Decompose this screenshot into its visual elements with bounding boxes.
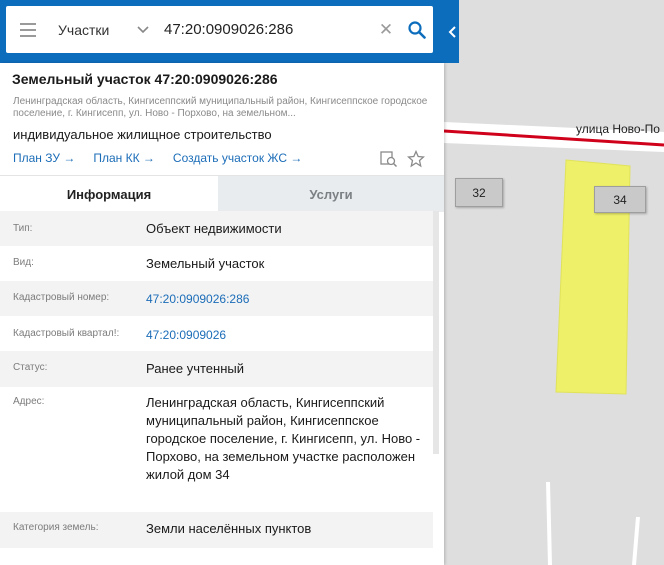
property-key: Категория земель: (13, 522, 99, 533)
property-key: Кадастровый номер: (13, 292, 110, 303)
collapse-panel-icon[interactable] (444, 0, 459, 63)
map-line (546, 481, 552, 565)
tab-services[interactable]: Услуги (218, 176, 444, 212)
info-panel: Земельный участок 47:20:0909026:286 Лени… (0, 63, 444, 565)
property-value: Земельный участок (146, 256, 265, 271)
tab-info[interactable]: Информация (0, 176, 218, 212)
table-row: Кадастровый номер: 47:20:0909026:286 (0, 281, 433, 316)
create-zs-link[interactable]: Создать участок ЖС → (173, 151, 302, 165)
property-key: Кадастровый квартал!: (13, 328, 120, 339)
object-title: Земельный участок 47:20:0909026:286 (12, 71, 278, 87)
zoom-to-object-icon[interactable] (380, 150, 398, 168)
street-label: улица Ново-По (576, 122, 660, 136)
table-row: Статус: Ранее учтенный (0, 351, 433, 387)
action-links: План ЗУ → План КК → Создать участок ЖС → (13, 151, 314, 165)
search-box: Участки ✕ (6, 6, 433, 53)
table-row: Тип: Объект недвижимости (0, 211, 433, 246)
object-address: Ленинградская область, Кингисеппский мун… (13, 96, 428, 119)
cadastral-quarter-link[interactable]: 47:20:0909026 (146, 316, 428, 351)
property-value: Объект недвижимости (146, 221, 282, 236)
top-bar: Участки ✕ (0, 0, 459, 63)
table-row: Кадастровый квартал!: 47:20:0909026 (0, 316, 433, 351)
table-row: Категория земель: Земли населённых пункт… (0, 512, 433, 548)
properties-table: Тип: Объект недвижимости Вид: Земельный … (0, 211, 433, 548)
property-value: Земли населённых пунктов (146, 521, 312, 536)
cadastral-number-link[interactable]: 47:20:0909026:286 (146, 281, 428, 316)
layer-select[interactable]: Участки (50, 6, 156, 53)
house-34[interactable]: 34 (594, 186, 646, 213)
object-use: индивидуальное жилищное строительство (13, 127, 272, 142)
property-value: Ранее учтенный (146, 361, 244, 376)
property-key: Тип: (13, 223, 33, 234)
search-input[interactable] (164, 9, 364, 50)
layer-select-value: Участки (58, 21, 110, 38)
scrollbar[interactable] (433, 211, 439, 454)
table-row: Адрес: Ленинградская область, Кингисеппс… (0, 387, 433, 512)
tab-bar: Информация Услуги (0, 175, 444, 212)
plan-kk-link[interactable]: План КК → (93, 151, 155, 165)
property-key: Адрес: (13, 396, 45, 407)
property-value: Ленинградская область, Кингисеппский мун… (146, 395, 421, 482)
chevron-down-icon (137, 23, 149, 37)
menu-icon[interactable] (6, 6, 50, 53)
search-icon[interactable] (404, 17, 430, 43)
property-key: Статус: (13, 362, 48, 373)
property-key: Вид: (13, 257, 34, 268)
star-icon[interactable] (406, 149, 426, 168)
house-32[interactable]: 32 (455, 178, 503, 207)
clear-icon[interactable]: ✕ (376, 20, 396, 40)
plan-zu-link[interactable]: План ЗУ → (13, 151, 75, 165)
table-row: Вид: Земельный участок (0, 246, 433, 281)
